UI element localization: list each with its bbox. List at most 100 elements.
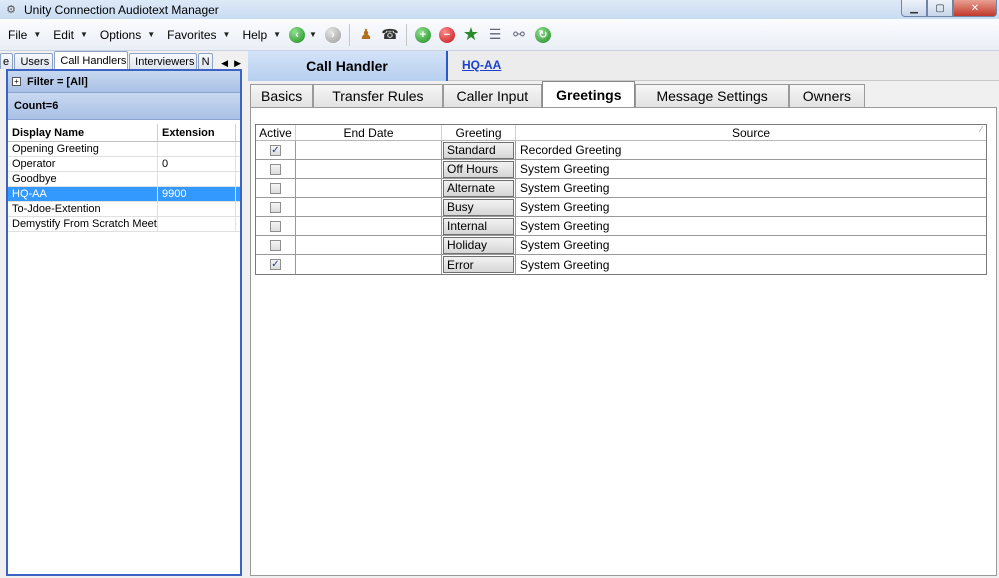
extension-cell	[158, 172, 236, 186]
minimize-button[interactable]: ▁	[901, 0, 927, 17]
remove-icon[interactable]: −	[437, 25, 457, 45]
tab-scroll-arrows: ◀ ▶	[218, 58, 244, 69]
end-date-cell[interactable]	[296, 217, 442, 235]
greeting-button[interactable]: Holiday	[443, 236, 514, 254]
phone-icon[interactable]: ☎	[380, 25, 400, 45]
tab-caller-input[interactable]: Caller Input	[442, 84, 543, 107]
greeting-button[interactable]: Standard	[443, 141, 514, 159]
greeting-button[interactable]: Internal	[443, 217, 514, 235]
tab-greetings[interactable]: Greetings	[542, 81, 636, 108]
table-row: Off Hours System Greeting	[256, 160, 986, 179]
active-checkbox[interactable]	[270, 220, 281, 232]
end-date-cell[interactable]	[296, 255, 442, 274]
greetings-panel: Active End Date Greeting Source ⁄ ✓ Stand…	[250, 107, 997, 576]
active-checkbox[interactable]: ✓	[270, 259, 281, 270]
source-cell: System Greeting	[520, 200, 610, 214]
greeting-button[interactable]: Alternate	[443, 179, 514, 197]
close-button[interactable]: ✕	[953, 0, 997, 17]
scroll-left-icon[interactable]: ◀	[221, 58, 228, 69]
active-checkbox[interactable]	[270, 201, 281, 213]
column-greeting[interactable]: Greeting	[442, 125, 516, 140]
favorite-star-icon[interactable]: ★	[461, 24, 481, 45]
greeting-button[interactable]: Off Hours	[443, 160, 514, 178]
end-date-cell[interactable]	[296, 198, 442, 216]
greeting-button[interactable]: Error	[443, 256, 514, 273]
greeting-cell: Busy	[442, 198, 516, 216]
display-name-cell: Demystify From Scratch Meeting	[8, 217, 158, 231]
tab-transfer-rules[interactable]: Transfer Rules	[313, 84, 443, 107]
handler-tabs: Basics Transfer Rules Caller Input Greet…	[250, 81, 866, 108]
tab-partial-left[interactable]: e	[0, 53, 14, 69]
dropdown-arrow-icon: ▼	[79, 30, 88, 39]
active-checkbox[interactable]	[270, 182, 281, 194]
handler-link[interactable]: HQ-AA	[462, 58, 501, 72]
menu-options[interactable]: Options ▼	[100, 23, 159, 47]
menu-favorites[interactable]: Favorites ▼	[167, 23, 234, 47]
add-icon[interactable]: +	[413, 25, 433, 45]
tab-partial-right[interactable]: N	[197, 53, 214, 69]
active-checkbox[interactable]	[270, 163, 281, 175]
end-date-cell[interactable]	[296, 236, 442, 254]
tab-owners[interactable]: Owners	[788, 84, 866, 107]
extension-cell	[158, 142, 236, 156]
display-name-cell: To-Jdoe-Extention	[8, 202, 158, 216]
source-cell: System Greeting	[520, 181, 610, 195]
active-cell	[256, 160, 296, 178]
active-cell: ✓	[256, 255, 296, 274]
table-row: Internal System Greeting	[256, 217, 986, 236]
display-name-cell: Opening Greeting	[8, 142, 158, 156]
refresh-icon[interactable]: ↻	[533, 25, 553, 45]
user-icon[interactable]: ♟	[356, 25, 376, 45]
list-item[interactable]: Goodbye	[8, 172, 240, 187]
list-header: Display Name Extension	[8, 124, 240, 142]
extension-cell: 9900	[158, 187, 236, 201]
greeting-cell: Off Hours	[442, 160, 516, 178]
column-display-name[interactable]: Display Name	[8, 124, 158, 141]
list-item[interactable]: Demystify From Scratch Meeting	[8, 217, 240, 232]
list-item[interactable]: Operator 0	[8, 157, 240, 172]
list-item[interactable]: To-Jdoe-Extention	[8, 202, 240, 217]
column-extension[interactable]: Extension	[158, 124, 236, 141]
active-checkbox[interactable]: ✓	[270, 144, 281, 156]
tab-users[interactable]: Users	[14, 53, 54, 69]
filter-row[interactable]: + Filter = [All]	[8, 71, 240, 93]
link-icon[interactable]: ⚯	[509, 25, 529, 45]
menu-edit[interactable]: Edit ▼	[53, 23, 92, 47]
greeting-cell: Error	[442, 255, 516, 274]
back-dropdown[interactable]: ▼	[309, 23, 321, 47]
end-date-cell[interactable]	[296, 141, 442, 159]
display-name-cell: Operator	[8, 157, 158, 171]
menu-help[interactable]: Help ▼	[242, 23, 285, 47]
list-item[interactable]: HQ-AA 9900	[8, 187, 240, 202]
expand-icon[interactable]: +	[12, 77, 21, 86]
source-cell: Recorded Greeting	[520, 143, 622, 157]
scroll-right-icon[interactable]: ▶	[234, 58, 241, 69]
list-item[interactable]: Opening Greeting	[8, 142, 240, 157]
tab-message-settings[interactable]: Message Settings	[635, 84, 789, 107]
tab-basics[interactable]: Basics	[250, 84, 314, 107]
toolbar-separator	[348, 23, 350, 46]
column-active[interactable]: Active	[256, 125, 296, 140]
maximize-button[interactable]: ▢	[927, 0, 953, 17]
back-icon[interactable]: ‹	[287, 25, 307, 45]
source-cell: System Greeting	[520, 219, 610, 233]
handler-list-box: + Filter = [All] Count=6 Display Name Ex…	[6, 69, 242, 576]
call-handler-header: Call Handler HQ-AA	[248, 51, 999, 81]
column-end-date[interactable]: End Date	[296, 125, 442, 140]
end-date-cell[interactable]	[296, 179, 442, 197]
greeting-button[interactable]: Busy	[443, 198, 514, 216]
tab-call-handlers[interactable]: Call Handlers	[54, 51, 129, 69]
column-source[interactable]: Source	[516, 125, 986, 140]
window-title: Unity Connection Audiotext Manager	[24, 2, 219, 17]
tab-interviewers[interactable]: Interviewers	[129, 53, 197, 69]
active-checkbox[interactable]	[270, 239, 281, 251]
menu-file[interactable]: File ▼	[8, 23, 45, 47]
forward-icon[interactable]: ›	[323, 25, 343, 45]
extension-cell	[158, 217, 236, 231]
toolbar-separator	[405, 23, 407, 46]
extension-cell	[158, 202, 236, 216]
end-date-cell[interactable]	[296, 160, 442, 178]
dropdown-arrow-icon: ▼	[273, 30, 282, 39]
active-cell	[256, 179, 296, 197]
stack-icon[interactable]: ☰	[485, 25, 505, 45]
